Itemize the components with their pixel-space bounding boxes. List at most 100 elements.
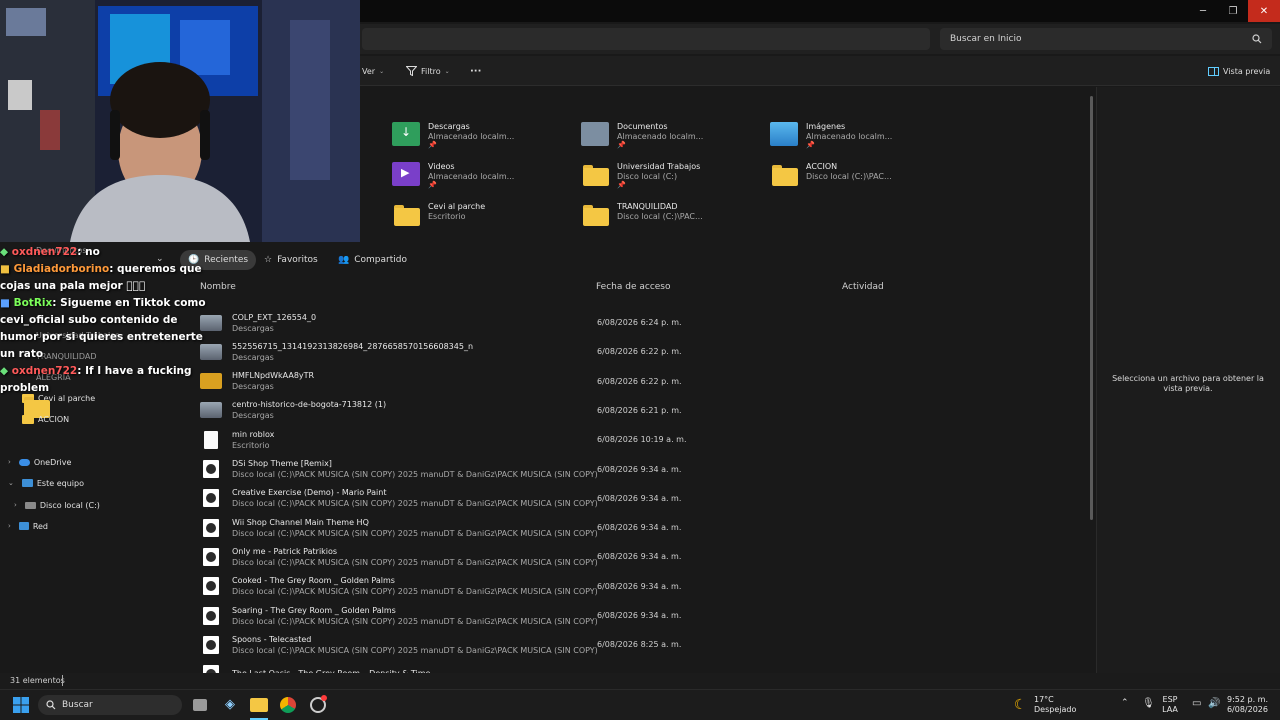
table-row[interactable]: DSi Shop Theme [Remix] Disco local (C:)\P… [200, 455, 1080, 484]
quick-access-location: Disco local (C:)\PAC... [806, 172, 892, 181]
file-date: 6/08/2026 9:34 a. m. [597, 581, 682, 591]
table-row[interactable]: centro-historico-de-bogota-713812 (1) Des… [200, 396, 1080, 425]
computer-icon [21, 479, 33, 487]
quick-access-location: Almacenado localm... [617, 132, 704, 141]
pictures-folder-icon [770, 122, 798, 146]
audio-file-icon [203, 577, 219, 596]
close-icon: ✕ [1259, 5, 1269, 17]
tab-compartido[interactable]: 👥 Compartido [330, 250, 415, 270]
language-indicator[interactable]: ESP LAA [1160, 695, 1180, 715]
table-row[interactable]: COLP_EXT_126554_0 Descargas 6/08/2026 6:24… [200, 308, 1080, 337]
clock[interactable]: 9:52 p. m. 6/08/2026 [1222, 695, 1268, 715]
chat-message: ◆ oxdnen722: no [0, 244, 215, 261]
chevron-down-icon: ⌄ [444, 67, 450, 75]
table-row[interactable]: Cooked - The Grey Room _ Golden Palms Dis… [200, 572, 1080, 601]
file-location: Escritorio [232, 440, 270, 450]
quick-access-item[interactable]: Universidad Trabajos Disco local (C:) 📌 [581, 162, 761, 198]
sidebar-item-este-equipo[interactable]: ⌄ Este equipo [0, 473, 142, 493]
volume-icon[interactable]: 🔊 [1208, 698, 1220, 709]
network-icon[interactable]: ▭ [1192, 698, 1201, 709]
quick-access-location: Disco local (C:)\PAC... [617, 212, 703, 221]
chrome-icon[interactable] [280, 697, 296, 713]
quick-access-item[interactable]: Cevi al parche Escritorio [392, 202, 572, 238]
file-name: COLP_EXT_126554_0 [232, 312, 317, 322]
sidebar-item-label: OneDrive [33, 457, 72, 467]
folder-icon [770, 162, 798, 186]
table-row[interactable]: Creative Exercise (Demo) - Mario Paint Di… [200, 484, 1080, 513]
file-date: 6/08/2026 6:21 p. m. [597, 405, 682, 415]
pin-icon: 📌 [428, 181, 437, 189]
file-date: 6/08/2026 9:34 a. m. [597, 493, 682, 503]
pin-icon: 📌 [617, 141, 626, 149]
quick-access-name: ACCION [806, 162, 838, 171]
file-name: Creative Exercise (Demo) - Mario Paint [232, 488, 387, 498]
sidebar-item-onedrive[interactable]: › OneDrive [0, 452, 142, 472]
chevron-up-icon[interactable]: ⌃ [1121, 698, 1129, 708]
webcam-overlay [0, 0, 360, 242]
lang-secondary: LAA [1162, 705, 1178, 714]
videos-folder-icon: ▶ [392, 162, 420, 186]
file-location: Descargas [232, 323, 274, 333]
row-text: Cooked - The Grey Room _ Golden Palms Dis… [232, 576, 598, 596]
restore-button[interactable]: ❐ [1218, 0, 1248, 22]
audio-file-icon [203, 489, 219, 508]
file-date: 6/08/2026 10:19 a. m. [597, 435, 687, 445]
table-row[interactable]: 552556715_1314192313826984_2876658570156… [200, 337, 1080, 366]
file-name: Soaring - The Grey Room _ Golden Palms [232, 605, 396, 615]
search-input[interactable]: Buscar en Inicio [940, 28, 1272, 50]
file-location: Disco local (C:)\PACK MUSICA (SIN COPY) … [232, 645, 598, 655]
chat-badge-icon: ◆ [0, 365, 12, 377]
more-options-button[interactable]: ··· [470, 63, 481, 79]
row-text: DSi Shop Theme [Remix] Disco local (C:)\P… [232, 459, 598, 479]
column-header-fecha[interactable]: Fecha de acceso [596, 282, 671, 292]
file-date: 6/08/2026 6:24 p. m. [597, 318, 682, 327]
quick-access-item[interactable]: Imágenes Almacenado localm... 📌 [770, 122, 950, 158]
pin-icon: 📌 [428, 141, 437, 149]
folder-icon [22, 414, 34, 424]
table-row[interactable]: min roblox Escritorio 6/08/2026 10:19 a. m… [200, 425, 1080, 454]
folder-icon [581, 202, 609, 226]
table-row[interactable]: Wii Shop Channel Main Theme HQ Disco loca… [200, 513, 1080, 542]
file-location: Disco local (C:)\PACK MUSICA (SIN COPY) … [232, 470, 598, 479]
filter-label: Filtro [421, 66, 441, 76]
weather-widget[interactable]: 17°C Despejado [1034, 695, 1076, 715]
view-menu-button[interactable]: Ver ⌄ [362, 63, 384, 79]
task-view-icon[interactable] [193, 699, 207, 711]
quick-access-item[interactable]: TRANQUILIDAD Disco local (C:)\PAC... [581, 202, 761, 238]
search-icon [46, 700, 56, 710]
table-row[interactable]: HMFLNpdWkAA8yTR Descargas 6/08/2026 6:22 p… [200, 367, 1080, 396]
filter-menu-button[interactable]: Filtro ⌄ [406, 63, 450, 79]
table-row[interactable]: Soaring - The Grey Room _ Golden Palms Di… [200, 601, 1080, 630]
windows-start-icon[interactable] [13, 697, 29, 713]
row-text: Only me - Patrick Patrikios Disco local (… [232, 547, 598, 567]
scrollbar[interactable] [1090, 96, 1093, 520]
taskbar-search[interactable]: Buscar [38, 695, 182, 715]
quick-access-location: Almacenado localm... [806, 132, 893, 141]
table-row[interactable]: Spoons - Telecasted Disco local (C:)\PACK… [200, 630, 1080, 659]
file-date: 6/08/2026 6:22 p. m. [597, 347, 682, 357]
preview-pane-button[interactable]: Vista previa [1208, 63, 1270, 79]
sidebar-item-disco-local[interactable]: › Disco local (C:) [0, 495, 142, 515]
tab-favoritos[interactable]: ☆ Favoritos [256, 250, 326, 270]
file-explorer-icon[interactable] [250, 698, 268, 712]
chevron-down-icon: ⌄ [379, 67, 385, 75]
chat-message: ◆ oxdnen722: If I have a fucking problem [0, 363, 215, 397]
row-text: Wii Shop Channel Main Theme HQ Disco loca… [232, 518, 598, 538]
sidebar-item-accion[interactable]: ACCION [0, 409, 142, 429]
close-button[interactable]: ✕ [1248, 0, 1280, 22]
minimize-button[interactable]: ─ [1188, 0, 1218, 22]
microphone-icon[interactable]: 🎙 [1142, 698, 1155, 709]
quick-access-item[interactable]: Documentos Almacenado localm... 📌 [581, 122, 761, 158]
address-field[interactable] [362, 28, 930, 50]
moon-weather-icon[interactable]: ☾ [1014, 697, 1027, 713]
column-header-actividad[interactable]: Actividad [842, 282, 884, 292]
sidebar-item-red[interactable]: › Red [0, 516, 142, 536]
file-name: DSi Shop Theme [Remix] [232, 459, 332, 468]
table-row[interactable]: Only me - Patrick Patrikios Disco local (… [200, 542, 1080, 571]
quick-access-item[interactable]: ACCION Disco local (C:)\PAC... [770, 162, 950, 198]
quick-access-item[interactable]: ↓ Descargas Almacenado localm... 📌 [392, 122, 572, 158]
file-location: Descargas [232, 411, 274, 421]
app-icon[interactable]: ◈ [222, 697, 238, 713]
quick-access-item[interactable]: ▶ Videos Almacenado localm... 📌 [392, 162, 572, 198]
pin-icon: 📌 [617, 181, 626, 189]
